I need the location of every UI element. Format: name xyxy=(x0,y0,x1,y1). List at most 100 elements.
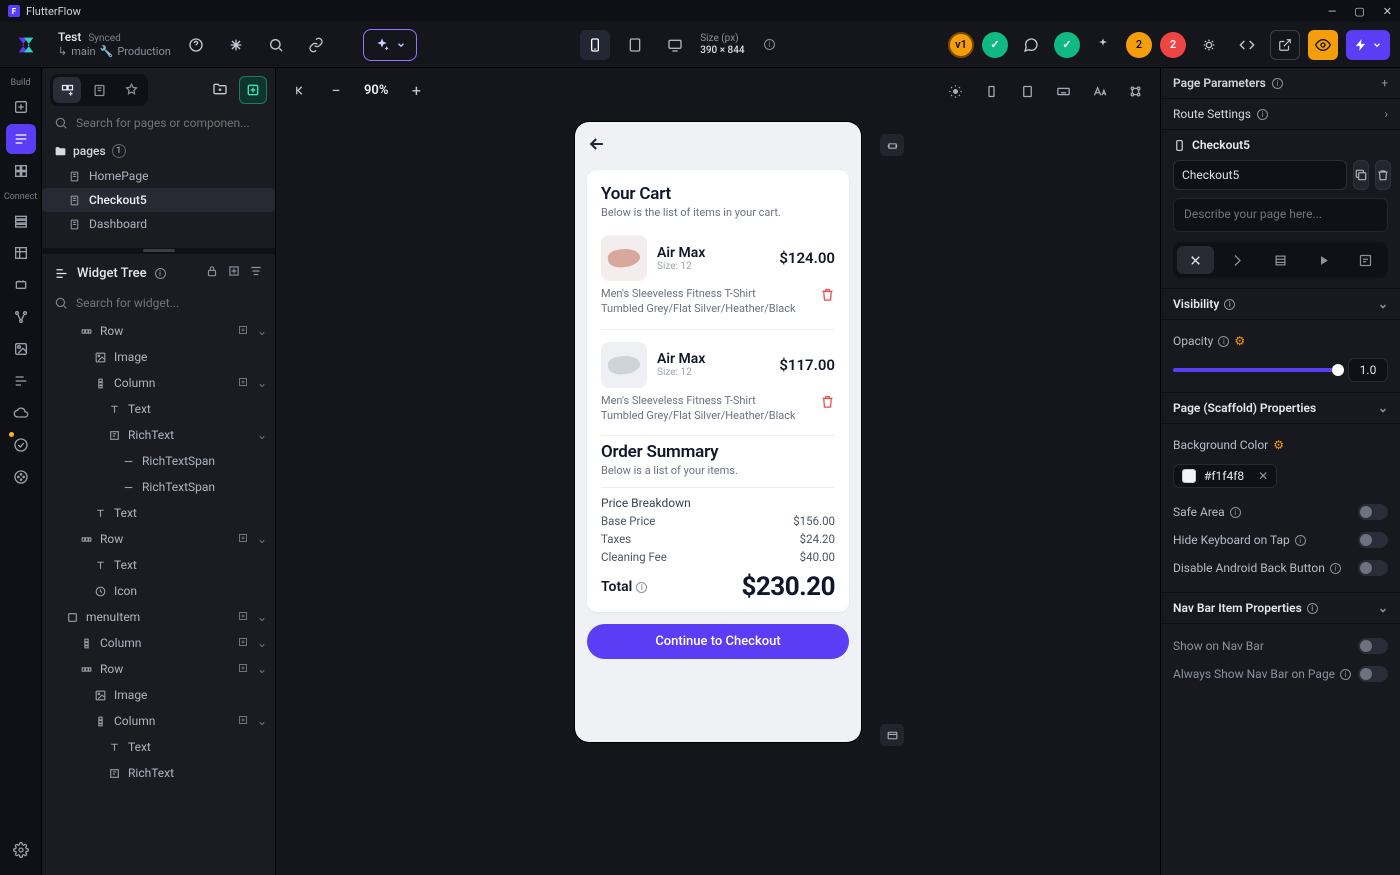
warning-badge-1[interactable]: 2 xyxy=(1126,32,1152,58)
collapse-sidebar-icon[interactable] xyxy=(286,76,314,104)
info-icon[interactable]: i xyxy=(1295,535,1306,546)
disable-back-toggle[interactable] xyxy=(1358,560,1388,576)
opacity-value[interactable]: 1.0 xyxy=(1348,358,1388,382)
minimize-button[interactable]: — xyxy=(1328,5,1337,18)
tree-node[interactable]: Column⌄ xyxy=(42,630,275,656)
new-folder-icon[interactable] xyxy=(207,76,233,102)
status-check-2[interactable]: ✓ xyxy=(1054,32,1080,58)
preview-icon[interactable] xyxy=(1308,30,1338,60)
link-icon[interactable] xyxy=(301,30,331,60)
brightness-icon[interactable] xyxy=(940,76,970,106)
device-desktop[interactable] xyxy=(660,30,690,60)
tree-node[interactable]: Row⌄ xyxy=(42,526,275,552)
tree-node[interactable]: Image xyxy=(42,682,275,708)
tree-node[interactable]: Text xyxy=(42,734,275,760)
back-button[interactable] xyxy=(587,134,609,158)
tree-node[interactable]: Icon xyxy=(42,578,275,604)
tree-node[interactable]: RichText xyxy=(42,760,275,786)
page-search[interactable] xyxy=(42,112,275,138)
delete-icon[interactable] xyxy=(820,394,835,414)
zoom-in-icon[interactable]: + xyxy=(402,76,430,104)
tab-marketplace[interactable] xyxy=(117,77,145,103)
tree-node[interactable]: Column⌄ xyxy=(42,370,275,396)
tree-node[interactable]: Row⌄ xyxy=(42,318,275,344)
component-tag-icon[interactable] xyxy=(880,724,904,746)
close-button[interactable]: ✕ xyxy=(1383,5,1392,18)
orient-tablet-icon[interactable] xyxy=(1012,76,1042,106)
rail-pages[interactable] xyxy=(6,124,36,154)
pages-header[interactable]: pages 1 xyxy=(42,138,275,164)
flutterflow-logo[interactable] xyxy=(10,29,42,61)
rail-functions[interactable] xyxy=(6,366,36,396)
rail-tests[interactable] xyxy=(6,430,36,460)
opacity-slider[interactable] xyxy=(1173,368,1338,372)
bg-color-chip[interactable]: #f1f4f8 ✕ xyxy=(1173,464,1277,488)
project-info[interactable]: Test Synced ↳ main 🔧 Production xyxy=(58,30,171,59)
tab-components[interactable] xyxy=(53,77,81,103)
lock-icon[interactable] xyxy=(205,264,219,282)
info-icon[interactable]: i xyxy=(1330,563,1341,574)
scaffold-header[interactable]: Page (Scaffold) Properties ⌄ xyxy=(1161,393,1400,424)
rail-flows[interactable] xyxy=(6,302,36,332)
mode-animate[interactable] xyxy=(1305,246,1342,274)
rail-media[interactable] xyxy=(6,334,36,364)
mode-actions[interactable] xyxy=(1220,246,1257,274)
keyboard-shortcuts-icon[interactable] xyxy=(221,30,251,60)
info-icon[interactable]: i xyxy=(1218,336,1229,347)
page-description-input[interactable]: Describe your page here... xyxy=(1173,198,1388,232)
add-icon[interactable]: + xyxy=(1381,76,1388,90)
tree-node[interactable]: Image xyxy=(42,344,275,370)
device-tablet[interactable] xyxy=(620,30,650,60)
clear-color-icon[interactable]: ✕ xyxy=(1258,469,1268,483)
sparkle-icon[interactable] xyxy=(1088,30,1118,60)
tree-node[interactable]: RichText⌄ xyxy=(42,422,275,448)
open-external-icon[interactable] xyxy=(1270,30,1300,60)
hide-keyboard-toggle[interactable] xyxy=(1358,532,1388,548)
keyboard-icon[interactable] xyxy=(1048,76,1078,106)
tree-node[interactable]: RichTextSpan xyxy=(42,474,275,500)
tree-node[interactable]: Text xyxy=(42,500,275,526)
info-icon[interactable]: i xyxy=(636,582,647,593)
rail-layers[interactable] xyxy=(6,156,36,186)
bug-icon[interactable] xyxy=(1194,30,1224,60)
safe-area-toggle[interactable] xyxy=(1358,504,1388,520)
rail-add[interactable] xyxy=(6,92,36,122)
tab-templates[interactable] xyxy=(85,77,113,103)
mode-code[interactable] xyxy=(1347,246,1384,274)
copy-icon[interactable] xyxy=(1353,160,1369,190)
multi-view-icon[interactable] xyxy=(1120,76,1150,106)
expand-icon[interactable] xyxy=(227,264,241,282)
route-settings-row[interactable]: Route Settings i › xyxy=(1161,99,1400,130)
chat-icon[interactable] xyxy=(1016,30,1046,60)
navbar-header[interactable]: Nav Bar Item Propertiesi ⌄ xyxy=(1161,593,1400,624)
zoom-level[interactable]: 90% xyxy=(360,83,392,98)
search-icon[interactable] xyxy=(261,30,291,60)
run-button[interactable] xyxy=(1346,30,1390,60)
delete-page-icon[interactable] xyxy=(1375,160,1391,190)
maximize-button[interactable]: ▢ xyxy=(1354,5,1364,18)
info-icon[interactable]: i xyxy=(155,268,166,279)
panel-resize-handle[interactable] xyxy=(42,248,275,254)
always-nav-toggle[interactable] xyxy=(1358,666,1388,682)
tree-node[interactable]: menuItem⌄ xyxy=(42,604,275,630)
error-badge[interactable]: 2 xyxy=(1160,32,1186,58)
device-preview[interactable]: Your Cart Below is the list of items in … xyxy=(575,122,861,742)
rail-settings[interactable] xyxy=(6,835,36,865)
component-tag-icon[interactable] xyxy=(880,134,904,156)
show-nav-toggle[interactable] xyxy=(1358,638,1388,654)
rail-data[interactable] xyxy=(6,238,36,268)
rail-cloud[interactable] xyxy=(6,398,36,428)
checkout-button[interactable]: Continue to Checkout xyxy=(587,624,849,659)
widget-search-input[interactable] xyxy=(76,296,263,310)
version-badge[interactable]: v1 xyxy=(948,32,974,58)
tree-node[interactable]: Row⌄ xyxy=(42,656,275,682)
zoom-out-icon[interactable]: − xyxy=(322,76,350,104)
mode-design[interactable] xyxy=(1177,246,1214,274)
status-check-1[interactable]: ✓ xyxy=(982,32,1008,58)
page-search-input[interactable] xyxy=(76,116,263,130)
canvas[interactable]: − 90% + Your Cart Below is the list of i… xyxy=(276,68,1160,875)
info-icon[interactable]: i xyxy=(1272,78,1283,89)
tree-node[interactable]: RichTextSpan xyxy=(42,448,275,474)
rail-api[interactable] xyxy=(6,270,36,300)
help-icon[interactable] xyxy=(181,30,211,60)
